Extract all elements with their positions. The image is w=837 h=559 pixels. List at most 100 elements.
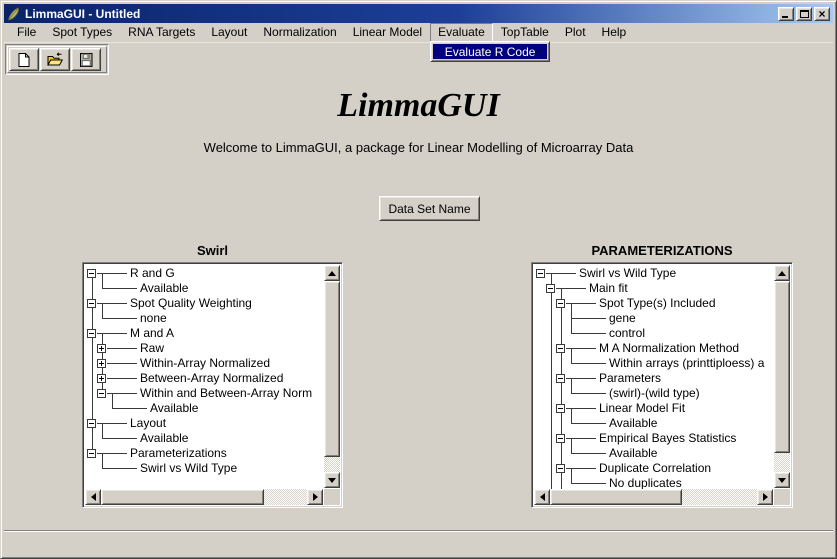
tree-node-label[interactable]: Empirical Bayes Statistics [596,431,736,446]
tree-node-label[interactable]: Available [137,431,188,446]
tree-node-label[interactable]: control [606,326,645,341]
tree-node-label[interactable]: No duplicates [606,476,682,489]
tree-node-label[interactable]: Available [606,416,657,431]
tree-row[interactable]: gene [536,311,774,326]
tree-row[interactable]: Within arrays (printtiploess) a [536,356,774,371]
scrollbar-thumb[interactable] [774,281,790,453]
menu-item-toptable[interactable]: TopTable [493,23,557,42]
tree-node-label[interactable]: gene [606,311,636,326]
data-set-name-button[interactable]: Data Set Name [379,196,480,221]
tree-node-label[interactable]: (swirl)-(wild type) [606,386,700,401]
scrollbar-thumb[interactable] [324,281,340,457]
tree-row[interactable]: Available [87,431,324,446]
horizontal-scrollbar[interactable] [85,489,323,505]
save-button[interactable] [71,48,101,71]
tree-row[interactable]: M A Normalization Method [536,341,774,356]
tree-row[interactable]: Spot Quality Weighting [87,296,324,311]
tree-node-label[interactable]: Spot Quality Weighting [127,296,252,311]
scrollbar-thumb[interactable] [550,489,682,505]
menu-item-plot[interactable]: Plot [557,23,594,42]
tree-row[interactable]: Raw [87,341,324,356]
menu-item-layout[interactable]: Layout [203,23,255,42]
minimize-button[interactable] [778,7,794,21]
collapse-icon[interactable] [87,329,96,338]
tree-row[interactable]: Main fit [536,281,774,296]
scroll-left-button[interactable] [85,489,101,505]
expand-icon[interactable] [97,374,106,383]
scroll-left-button[interactable] [534,489,550,505]
collapse-icon[interactable] [556,464,565,473]
expand-icon[interactable] [97,344,106,353]
tree-row[interactable]: Swirl vs Wild Type [536,266,774,281]
scroll-right-button[interactable] [307,489,323,505]
tree-node-label[interactable]: Available [606,446,657,461]
scrollbar-track[interactable] [550,489,757,505]
tree-node-label[interactable]: Spot Type(s) Included [596,296,716,311]
menu-item-evaluate[interactable]: Evaluate Evaluate R Code [430,23,493,42]
tree-row[interactable]: R and G [87,266,324,281]
tree-node-label[interactable]: Linear Model Fit [596,401,685,416]
scroll-down-button[interactable] [324,472,340,488]
tree-node-label[interactable]: M A Normalization Method [596,341,739,356]
collapse-icon[interactable] [556,434,565,443]
collapse-icon[interactable] [536,269,545,278]
tree-node-label[interactable]: Raw [137,341,164,356]
collapse-icon[interactable] [87,269,96,278]
vertical-scrollbar[interactable] [774,265,790,488]
tree-row[interactable]: (swirl)-(wild type) [536,386,774,401]
tree-node-label[interactable]: Available [147,401,198,416]
scroll-up-button[interactable] [324,265,340,281]
tree-node-label[interactable]: Duplicate Correlation [596,461,711,476]
tree-row[interactable]: Within-Array Normalized [87,356,324,371]
tree-node-label[interactable]: Swirl vs Wild Type [137,461,237,476]
tree-row[interactable]: Spot Type(s) Included [536,296,774,311]
tree-row[interactable]: Available [87,401,324,416]
tree-row[interactable]: Layout [87,416,324,431]
tree-row[interactable]: Available [536,416,774,431]
new-file-button[interactable] [9,48,39,71]
dataset-tree-view[interactable]: R and GAvailableSpot Quality Weightingno… [85,265,324,489]
tree-node-label[interactable]: R and G [127,266,175,281]
tree-row[interactable]: Available [87,281,324,296]
collapse-icon[interactable] [556,344,565,353]
tree-node-label[interactable]: Layout [127,416,166,431]
scrollbar-thumb[interactable] [101,489,264,505]
tree-node-label[interactable]: Available [137,281,188,296]
tree-row[interactable]: Duplicate Correlation [536,461,774,476]
tree-row[interactable]: Parameterizations [87,446,324,461]
tree-row[interactable]: Between-Array Normalized [87,371,324,386]
tree-row[interactable]: Within and Between-Array Norm [87,386,324,401]
parameterizations-tree-view[interactable]: Swirl vs Wild TypeMain fitSpot Type(s) I… [534,265,774,489]
scrollbar-track[interactable] [774,281,790,472]
menu-item-linear-model[interactable]: Linear Model [345,23,430,42]
tree-row[interactable]: M and A [87,326,324,341]
tree-node-label[interactable]: Main fit [586,281,628,296]
tree-node-label[interactable]: Parameters [596,371,661,386]
scrollbar-track[interactable] [324,281,340,472]
scroll-up-button[interactable] [774,265,790,281]
tree-node-label[interactable]: Within arrays (printtiploess) a [606,356,764,371]
tree-row[interactable]: Swirl vs Wild Type [87,461,324,476]
collapse-icon[interactable] [556,404,565,413]
scroll-down-button[interactable] [774,472,790,488]
tree-node-label[interactable]: Within-Array Normalized [137,356,270,371]
title-bar[interactable]: LimmaGUI - Untitled × [4,4,833,23]
open-file-button[interactable] [40,48,70,71]
collapse-icon[interactable] [87,449,96,458]
collapse-icon[interactable] [87,299,96,308]
expand-icon[interactable] [97,359,106,368]
scroll-right-button[interactable] [757,489,773,505]
tree-node-label[interactable]: Parameterizations [127,446,227,461]
tree-node-label[interactable]: none [137,311,167,326]
tree-node-label[interactable]: Between-Array Normalized [137,371,283,386]
collapse-icon[interactable] [556,374,565,383]
tree-row[interactable]: Empirical Bayes Statistics [536,431,774,446]
menu-item-evaluate-r-code[interactable]: Evaluate R Code [433,44,547,59]
collapse-icon[interactable] [87,419,96,428]
tree-node-label[interactable]: Swirl vs Wild Type [576,266,676,281]
tree-node-label[interactable]: M and A [127,326,174,341]
menu-item-normalization[interactable]: Normalization [255,23,344,42]
vertical-scrollbar[interactable] [324,265,340,488]
tree-row[interactable]: No duplicates [536,476,774,489]
tree-row[interactable]: Available [536,446,774,461]
